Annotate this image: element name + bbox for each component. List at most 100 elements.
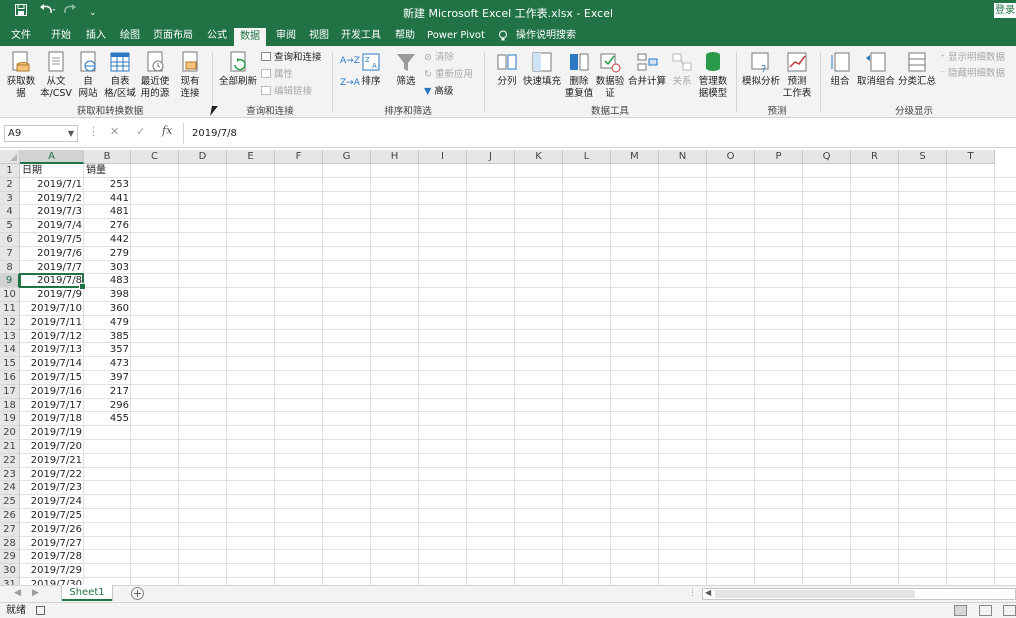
tab-review[interactable]: 审阅 <box>270 26 302 46</box>
tab-view[interactable]: 视图 <box>303 26 335 46</box>
header-cell-date[interactable]: 日期 <box>20 164 84 178</box>
normal-view-icon[interactable] <box>954 605 967 616</box>
column-header-j[interactable]: J <box>467 150 515 164</box>
column-header-f[interactable]: F <box>275 150 323 164</box>
recent-sources-button[interactable]: 最近使 用的源 <box>138 50 172 100</box>
cell-sales[interactable]: 398 <box>84 288 131 302</box>
forecast-sheet-button[interactable]: 预测 工作表 <box>782 50 812 100</box>
scrollbar-thumb[interactable] <box>715 590 915 598</box>
cell-sales[interactable]: 217 <box>84 385 131 399</box>
row-header-7[interactable]: 7 <box>0 246 20 261</box>
login-button[interactable]: 登录 <box>994 3 1016 18</box>
queries-connections-button[interactable]: 查询和连接 <box>261 51 322 65</box>
cell-date[interactable]: 2019/7/13 <box>20 343 84 357</box>
row-header-16[interactable]: 16 <box>0 371 20 385</box>
cell-date[interactable]: 2019/7/21 <box>20 454 84 468</box>
row-header-8[interactable]: 8 <box>0 260 20 275</box>
sheet-tab-sheet1[interactable]: Sheet1 <box>62 585 112 601</box>
prev-sheet-icon[interactable]: ◀ <box>14 588 21 598</box>
worksheet-grid[interactable]: ABCDEFGHIJKLMNOPQRST 1 2 3 4 5 6 7 8 9 10 11 12 13 14… <box>0 150 1016 585</box>
column-header-e[interactable]: E <box>227 150 275 164</box>
cell-date[interactable]: 2019/7/23 <box>20 481 84 495</box>
cell-date[interactable]: 2019/7/19 <box>20 426 84 440</box>
sort-descending-button[interactable]: Z→A <box>340 76 360 90</box>
row-header-20[interactable]: 20 <box>0 426 20 440</box>
tell-me-search[interactable]: 操作说明搜索 <box>514 26 578 46</box>
subtotal-button[interactable]: 分类汇总 <box>898 50 936 88</box>
next-sheet-icon[interactable]: ▶ <box>32 588 39 598</box>
tab-help[interactable]: 帮助 <box>389 26 421 46</box>
row-header-18[interactable]: 18 <box>0 398 20 413</box>
cell-date[interactable]: 2019/7/8 <box>20 274 84 288</box>
show-detail-button[interactable]: ⁺ 显示明细数据 <box>940 51 1005 65</box>
relationships-button[interactable]: 关系 <box>670 50 694 88</box>
cell-sales[interactable]: 479 <box>84 316 131 330</box>
properties-button[interactable]: 属性 <box>261 68 293 82</box>
filter-button[interactable]: 筛选 <box>392 50 420 88</box>
tab-page-layout[interactable]: 页面布局 <box>151 26 195 46</box>
cell-date[interactable]: 2019/7/5 <box>20 233 84 247</box>
column-header-k[interactable]: K <box>515 150 563 164</box>
existing-connections-button[interactable]: 现有 连接 <box>176 50 204 100</box>
cell-date[interactable]: 2019/7/10 <box>20 302 84 316</box>
cell-date[interactable]: 2019/7/28 <box>20 550 84 564</box>
insert-function-icon[interactable]: fx <box>162 124 172 137</box>
row-header-9[interactable]: 9 <box>0 274 20 289</box>
column-header-o[interactable]: O <box>707 150 755 164</box>
cell-sales[interactable]: 279 <box>84 247 131 261</box>
cell-date[interactable]: 2019/7/2 <box>20 192 84 206</box>
row-header-17[interactable]: 17 <box>0 384 20 399</box>
add-sheet-icon[interactable]: + <box>131 587 144 600</box>
row-header-14[interactable]: 14 <box>0 343 20 358</box>
group-button[interactable]: 组合 <box>826 50 854 88</box>
from-web-button[interactable]: 自 网站 <box>74 50 102 100</box>
sort-ascending-button[interactable]: A→Z <box>340 54 360 68</box>
cell-date[interactable]: 2019/7/15 <box>20 371 84 385</box>
cell-date[interactable]: 2019/7/22 <box>20 468 84 482</box>
row-header-11[interactable]: 11 <box>0 302 20 316</box>
cell-sales[interactable]: 276 <box>84 219 131 233</box>
cell-date[interactable]: 2019/7/16 <box>20 385 84 399</box>
cell-date[interactable]: 2019/7/4 <box>20 219 84 233</box>
row-header-30[interactable]: 30 <box>0 564 20 578</box>
row-header-1[interactable]: 1 <box>0 164 20 178</box>
refresh-all-button[interactable]: 全部刷新 <box>218 50 258 88</box>
cell-date[interactable]: 2019/7/12 <box>20 330 84 344</box>
page-break-view-icon[interactable] <box>1003 605 1016 616</box>
clear-filter-button[interactable]: ⊘ 清除 <box>424 51 454 65</box>
cell-sales[interactable]: 442 <box>84 233 131 247</box>
tab-insert[interactable]: 插入 <box>80 26 112 46</box>
row-header-23[interactable]: 23 <box>0 467 20 482</box>
row-header-29[interactable]: 29 <box>0 550 20 565</box>
row-header-21[interactable]: 21 <box>0 440 20 454</box>
cell-sales[interactable]: 441 <box>84 192 131 206</box>
row-header-2[interactable]: 2 <box>0 177 20 192</box>
cell-date[interactable]: 2019/7/6 <box>20 247 84 261</box>
tab-developer[interactable]: 开发工具 <box>339 26 383 46</box>
cell-date[interactable]: 2019/7/11 <box>20 316 84 330</box>
column-header-l[interactable]: L <box>563 150 611 164</box>
column-header-p[interactable]: P <box>755 150 803 164</box>
column-header-t[interactable]: T <box>947 150 995 164</box>
row-header-19[interactable]: 19 <box>0 412 20 427</box>
tab-draw[interactable]: 绘图 <box>114 26 146 46</box>
column-header-n[interactable]: N <box>659 150 707 164</box>
cell-sales[interactable]: 296 <box>84 399 131 413</box>
cell-date[interactable]: 2019/7/7 <box>20 261 84 275</box>
cell-date[interactable]: 2019/7/9 <box>20 288 84 302</box>
cell-date[interactable]: 2019/7/26 <box>20 523 84 537</box>
tab-power-pivot[interactable]: Power Pivot <box>426 26 486 46</box>
cell-sales[interactable]: 483 <box>84 274 131 288</box>
cell-sales[interactable]: 357 <box>84 343 131 357</box>
column-header-d[interactable]: D <box>179 150 227 164</box>
text-to-columns-button[interactable]: 分列 <box>494 50 520 88</box>
data-validation-button[interactable]: 数据验 证 <box>594 50 626 100</box>
reapply-button[interactable]: ↻ 重新应用 <box>424 68 473 82</box>
row-header-28[interactable]: 28 <box>0 536 20 551</box>
row-header-31[interactable]: 31 <box>0 578 20 585</box>
cell-sales[interactable]: 397 <box>84 371 131 385</box>
page-layout-view-icon[interactable] <box>979 605 992 616</box>
column-header-s[interactable]: S <box>899 150 947 164</box>
cell-area[interactable]: 日期 销量 2019/7/1 253 2019/7/2 441 2019/7/3 481 201… <box>20 164 1016 585</box>
advanced-filter-button[interactable]: ▼ 高级 <box>424 85 453 99</box>
